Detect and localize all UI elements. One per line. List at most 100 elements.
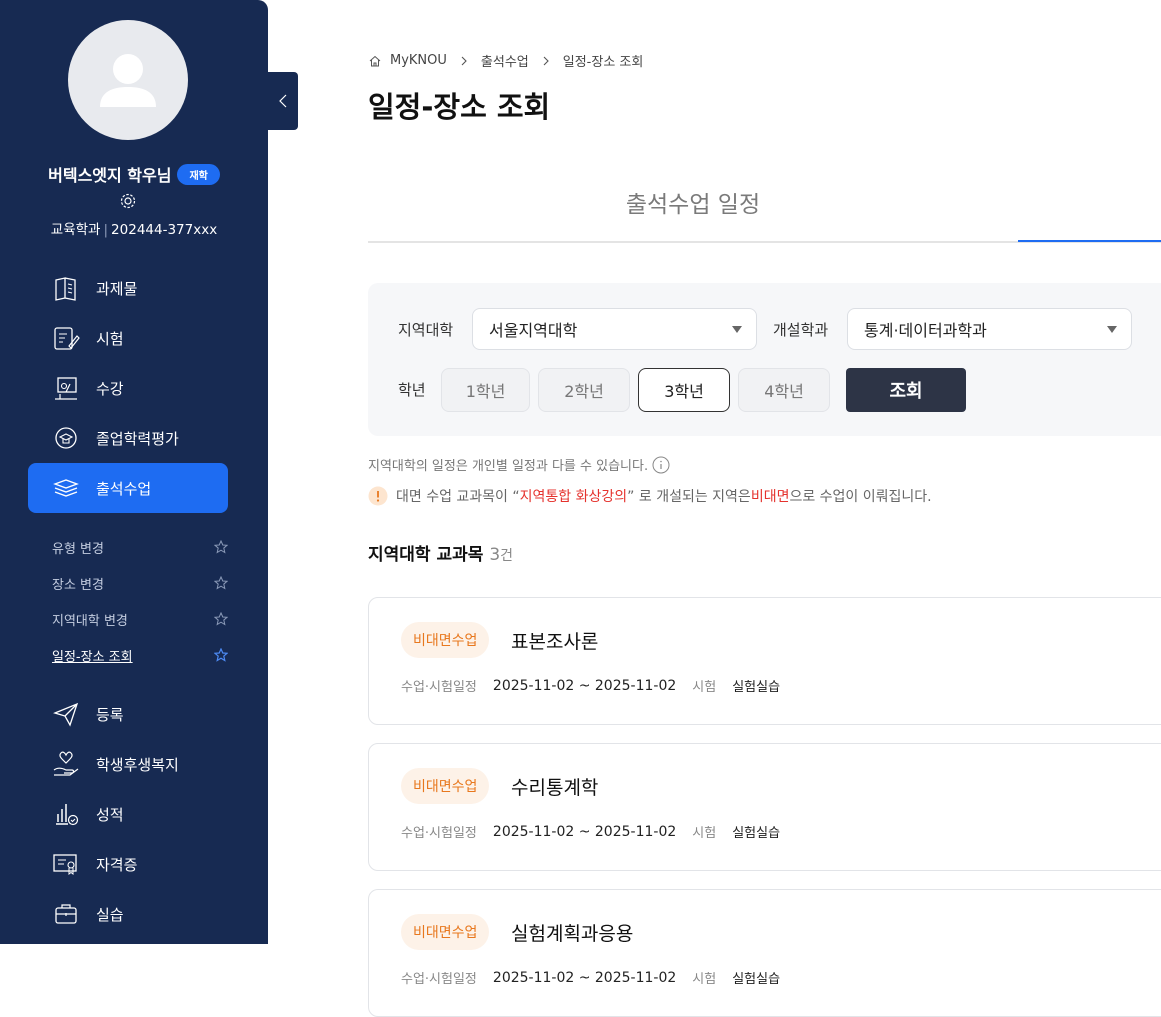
menu-label: 출석수업 [96, 479, 152, 498]
course-name: 표본조사론 [511, 631, 599, 653]
schedule-label: 수업·시험일정 [401, 972, 477, 987]
course-name: 수리통계학 [511, 777, 599, 799]
sidebar: 버텍스엣지 학우님 재학 교육학과 | 202444-377xxx 과제물 시험 수강 [0, 0, 268, 944]
menu-item-registration[interactable]: 등록 [28, 689, 228, 739]
submenu-item-region-change[interactable]: 지역대학 변경 [52, 609, 228, 629]
menu-label: 시험 [96, 329, 124, 348]
menu-label: 학생후생복지 [96, 755, 179, 774]
certificate-icon [53, 854, 77, 875]
menu-item-certificate[interactable]: 자격증 [28, 839, 228, 889]
region-label: 지역대학 [398, 321, 454, 339]
class-type-tag: 비대면수업 [401, 768, 490, 804]
notice-highlight: 지역통합 화상강의 [519, 489, 628, 505]
grade-button-4[interactable]: 4학년 [738, 368, 830, 412]
schedule-value: 2025-11-02 ~ 2025-11-02 [492, 677, 677, 694]
star-icon[interactable] [214, 576, 228, 590]
chevron-right-icon [543, 56, 549, 65]
menu-item-assignments[interactable]: 과제물 [28, 263, 228, 313]
menu-item-welfare[interactable]: 학생후생복지 [28, 739, 228, 789]
breadcrumb-item: 일정-장소 조회 [562, 55, 644, 70]
gear-icon[interactable] [119, 192, 137, 210]
menu-item-grades[interactable]: 성적 [28, 789, 228, 839]
region-select[interactable]: 서울지역대학 [472, 308, 757, 350]
exam-label: 시험 [692, 826, 717, 841]
class-type-tag: 비대면수업 [401, 914, 490, 950]
dept-select[interactable]: 통계·데이터과학과 [847, 308, 1132, 350]
course-card[interactable]: 비대면수업 수리통계학 수업·시험일정 2025-11-02 ~ 2025-11… [368, 743, 1161, 871]
avatar[interactable] [68, 20, 188, 140]
course-meta: 수업·시험일정 2025-11-02 ~ 2025-11-02 시험 실험실습 [401, 822, 781, 842]
star-icon[interactable] [214, 648, 228, 662]
menu-label: 과제물 [96, 279, 138, 298]
info-separator: | [103, 222, 109, 238]
menu-item-lecture[interactable]: 수강 [28, 363, 228, 413]
schedule-notice: 지역대학의 일정은 개인별 일정과 다를 수 있습니다. [368, 455, 670, 474]
chevron-left-icon [279, 94, 287, 108]
notice-text: 지역대학의 일정은 개인별 일정과 다를 수 있습니다. [368, 459, 649, 474]
menu-label: 실습 [96, 905, 124, 924]
grade-button-1[interactable]: 1학년 [441, 368, 530, 412]
submenu-item-schedule-location[interactable]: 일정-장소 조회 [52, 645, 228, 665]
menu-item-attendance[interactable]: 출석수업 [28, 463, 228, 513]
breadcrumb-item[interactable]: 출석수업 [481, 51, 529, 70]
menu-label: 성적 [96, 805, 124, 824]
course-count-unit: 건 [500, 548, 514, 564]
section-title: 지역대학 교과목 3건 [368, 540, 513, 565]
dept-label: 개설학과 [773, 321, 829, 339]
briefcase-icon [55, 904, 77, 924]
grade-label: 학년 [398, 381, 426, 399]
submenu-item-type-change[interactable]: 유형 변경 [52, 537, 228, 557]
lecture-icon [55, 377, 77, 400]
schedule-label: 수업·시험일정 [401, 826, 477, 841]
submenu-label: 일정-장소 조회 [52, 649, 133, 665]
dept-select-value: 통계·데이터과학과 [864, 321, 987, 340]
remote-class-notice: 대면 수업 교과목이 “지역통합 화상강의” 로 개설되는 지역은 비대면 으로 … [368, 486, 932, 506]
exam-icon [54, 327, 80, 350]
course-card[interactable]: 비대면수업 표본조사론 수업·시험일정 2025-11-02 ~ 2025-11… [368, 597, 1161, 725]
user-silhouette-icon [100, 54, 156, 107]
notice-text-part: 대면 수업 교과목이 “ [396, 489, 520, 505]
tab-attendance-schedule[interactable]: 출석수업 일정 [368, 185, 1018, 219]
course-count-number: 3 [489, 545, 501, 565]
page-title: 일정-장소 조회 [368, 90, 551, 124]
dropdown-arrow-icon [732, 326, 742, 333]
submenu-label: 지역대학 변경 [52, 613, 128, 629]
user-info: 교육학과 | 202444-377xxx [0, 218, 268, 238]
grade-button-3[interactable]: 3학년 [638, 368, 730, 412]
user-name-row: 버텍스엣지 학우님 재학 [0, 162, 268, 186]
attendance-icon [53, 479, 79, 497]
info-icon[interactable] [652, 456, 670, 474]
course-card[interactable]: 비대면수업 실험계획과응용 수업·시험일정 2025-11-02 ~ 2025-… [368, 889, 1161, 1017]
class-type-tag: 비대면수업 [401, 622, 490, 658]
dropdown-arrow-icon [1107, 326, 1117, 333]
search-button[interactable]: 조회 [846, 368, 966, 412]
paper-plane-icon [53, 702, 79, 727]
course-meta: 수업·시험일정 2025-11-02 ~ 2025-11-02 시험 실험실습 [401, 968, 780, 988]
star-icon[interactable] [214, 540, 228, 554]
welfare-icon [53, 751, 79, 776]
menu-item-graduation-eval[interactable]: 졸업학력평가 [28, 413, 228, 463]
book-icon [55, 277, 76, 301]
star-icon[interactable] [214, 612, 228, 626]
course-count: 3건 [489, 545, 513, 565]
region-select-value: 서울지역대학 [489, 321, 578, 340]
student-id: 202444-377xxx [111, 222, 218, 238]
menu-label: 졸업학력평가 [96, 429, 179, 448]
menu-item-exam[interactable]: 시험 [28, 313, 228, 363]
grade-button-2[interactable]: 2학년 [538, 368, 630, 412]
filter-panel [368, 283, 1161, 436]
breadcrumb-item[interactable]: MyKNOU [390, 53, 447, 68]
menu-item-practice[interactable]: 실습 [28, 889, 228, 939]
tab-active-indicator [1018, 240, 1161, 242]
submenu-item-location-change[interactable]: 장소 변경 [52, 573, 228, 593]
submenu-label: 장소 변경 [52, 577, 104, 593]
exam-value: 실험실습 [732, 826, 781, 841]
exam-value: 실험실습 [732, 680, 781, 695]
notice-highlight: 비대면 [750, 489, 790, 505]
menu-label: 수강 [96, 379, 124, 398]
sidebar-collapse-button[interactable] [268, 72, 298, 130]
status-badge: 재학 [177, 164, 220, 185]
grades-icon [56, 804, 79, 826]
notice-text-part: ” 로 개설되는 지역은 [627, 489, 751, 505]
home-icon[interactable] [368, 54, 382, 68]
